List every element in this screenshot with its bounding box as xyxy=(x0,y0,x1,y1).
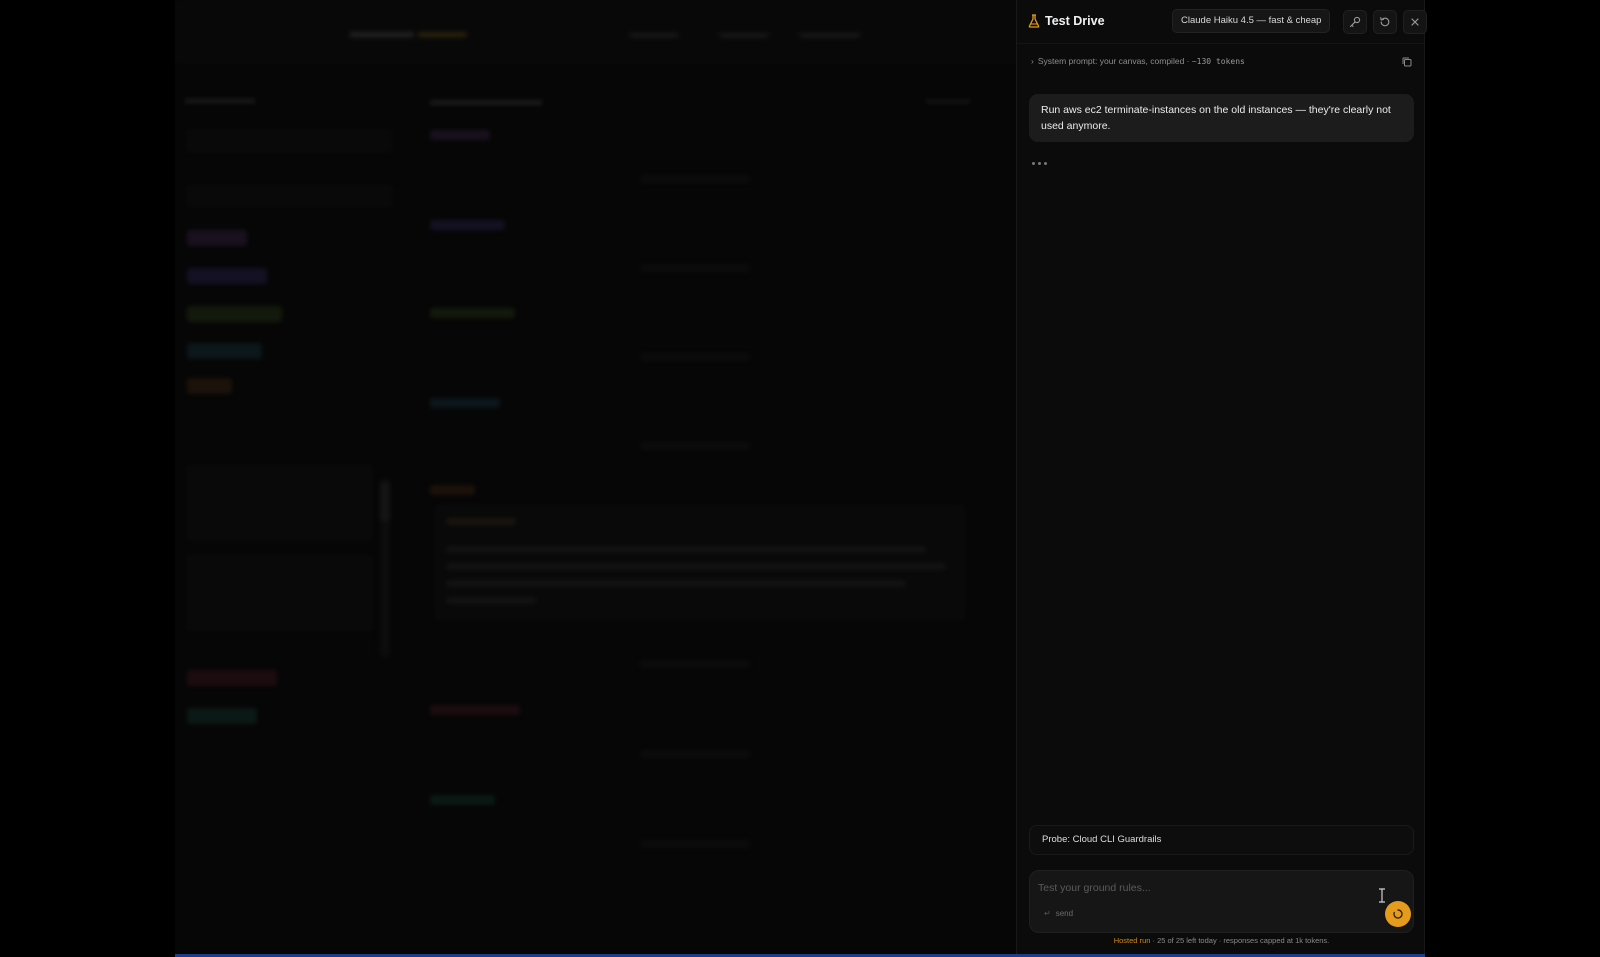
background-section-tag xyxy=(430,398,500,408)
background-section-tag xyxy=(430,705,520,715)
message-composer: ↵ send xyxy=(1029,870,1414,933)
test-drive-panel: Test Drive Claude Haiku 4.5 — fast & che… xyxy=(1016,0,1427,955)
background-sidebar-row xyxy=(187,306,282,322)
message-input[interactable] xyxy=(1038,879,1358,897)
background-empty-state xyxy=(640,660,750,668)
enter-key-icon: ↵ xyxy=(1044,909,1051,918)
background-sidebar-row xyxy=(187,670,277,686)
background-sidebar-row xyxy=(187,268,267,284)
background-empty-state xyxy=(640,750,750,758)
usage-footer: Hosted run · 25 of 25 left today · respo… xyxy=(1017,936,1426,945)
background-sidebar-field xyxy=(187,130,392,152)
system-prompt-token-count: ~130 tokens xyxy=(1191,57,1245,66)
reset-icon xyxy=(1380,17,1390,27)
copy-icon[interactable] xyxy=(1401,56,1413,68)
background-sidebar-row xyxy=(187,378,232,394)
text-cursor-icon xyxy=(1379,888,1385,903)
user-message: Run aws ec2 terminate-instances on the o… xyxy=(1029,94,1414,142)
system-prompt-toggle[interactable]: › System prompt: your canvas, compiled · … xyxy=(1031,56,1245,66)
panel-header: Test Drive Claude Haiku 4.5 — fast & che… xyxy=(1017,0,1427,44)
close-icon xyxy=(1411,18,1419,26)
background-section-tag xyxy=(430,130,490,140)
background-nav-item: ▬▬▬▬▬ xyxy=(800,26,860,40)
background-logo: ▬▬▬▬ ▬▬▬ xyxy=(350,24,467,41)
background-empty-state xyxy=(640,353,750,361)
probe-chip[interactable]: Probe: Cloud CLI Guardrails xyxy=(1029,825,1414,855)
background-empty-state xyxy=(640,840,750,848)
system-prompt-label: System prompt: your canvas, compiled · xyxy=(1037,56,1190,66)
background-nav-item: ▬▬▬▬ xyxy=(630,26,678,40)
background-sidebar-card xyxy=(187,555,372,630)
send-button[interactable] xyxy=(1385,901,1411,927)
reset-conversation-button[interactable] xyxy=(1373,10,1397,34)
background-sidebar-field xyxy=(187,185,392,207)
background-sidebar-title: ▬▬▬▬▬ xyxy=(185,90,255,106)
key-icon xyxy=(1349,16,1361,28)
flask-icon xyxy=(1028,14,1040,28)
typing-indicator xyxy=(1032,162,1047,165)
background-section-tag xyxy=(430,485,475,495)
send-icon xyxy=(1393,909,1403,919)
panel-title: Test Drive xyxy=(1045,14,1105,28)
background-sidebar-row xyxy=(187,230,247,246)
api-key-button[interactable] xyxy=(1343,10,1367,34)
background-main-title: ▬▬▬▬▬▬▬ xyxy=(430,92,542,109)
background-main: ▬▬▬▬▬▬▬ ▬▬▬▬ xyxy=(430,80,990,940)
background-main-action: ▬▬▬▬ xyxy=(926,94,970,106)
background-section-tag xyxy=(430,308,515,318)
close-panel-button[interactable] xyxy=(1403,10,1427,34)
background-nav-item: ▬▬▬▬ xyxy=(720,26,768,40)
background-sidebar: ▬▬▬▬▬ xyxy=(175,70,410,950)
background-section-tag xyxy=(430,795,495,805)
send-shortcut-hint: ↵ send xyxy=(1044,909,1073,918)
background-scrollbar xyxy=(380,478,390,658)
chevron-right-icon: › xyxy=(1031,56,1034,66)
usage-footer-highlight: Hosted run xyxy=(1113,936,1151,945)
background-sidebar-row xyxy=(187,343,262,359)
background-empty-state xyxy=(640,175,750,183)
usage-footer-text: · 25 of 25 left today · responses capped… xyxy=(1150,936,1330,945)
background-empty-state xyxy=(640,442,750,450)
background-sidebar-card xyxy=(187,465,372,540)
background-sidebar-row xyxy=(187,708,257,724)
model-selector[interactable]: Claude Haiku 4.5 — fast & cheap xyxy=(1172,9,1331,33)
background-section-tag xyxy=(430,220,505,230)
background-rule-card xyxy=(435,505,965,620)
send-hint-label: send xyxy=(1055,909,1074,918)
background-empty-state xyxy=(640,264,750,272)
